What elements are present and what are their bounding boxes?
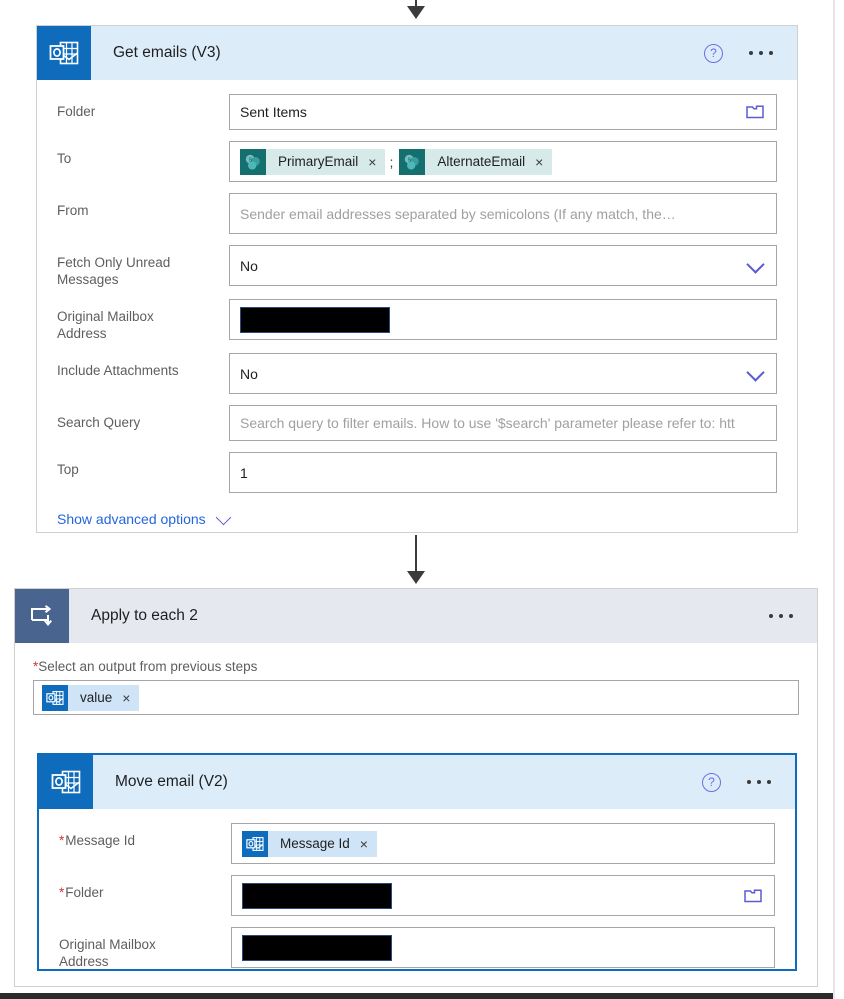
- field-value: 1: [240, 464, 248, 481]
- redacted-value: [242, 934, 392, 961]
- field-row-original-mailbox-address: Original Mailbox Address: [57, 299, 777, 342]
- field-placeholder: Sender email addresses separated by semi…: [240, 205, 676, 222]
- field-label: To: [57, 151, 72, 166]
- message-id-input[interactable]: Message Id ×: [231, 823, 775, 864]
- move-folder-input[interactable]: [231, 875, 775, 916]
- redacted-value: [240, 306, 390, 333]
- card-body-apply-to-each-2: *Select an output from previous steps va…: [15, 643, 817, 735]
- card-body-get-emails: Folder Sent Items To S PrimaryEmail × ; …: [37, 80, 797, 545]
- field-label: Top: [57, 462, 79, 477]
- help-icon[interactable]: ?: [702, 772, 721, 792]
- ellipsis-icon[interactable]: [747, 780, 771, 784]
- required-asterisk: *: [59, 833, 65, 848]
- card-body-move-email: *Message Id Message Id × *Folder Origina…: [39, 809, 795, 999]
- action-card-get-emails[interactable]: Get emails (V3) ? Folder Sent Items To S…: [36, 25, 798, 533]
- select-output-input[interactable]: value ×: [33, 680, 799, 715]
- card-title: Get emails (V3): [113, 44, 221, 61]
- outlook-icon: [242, 830, 268, 857]
- action-card-apply-to-each-2[interactable]: Apply to each 2 *Select an output from p…: [14, 588, 818, 987]
- ellipsis-icon[interactable]: [749, 51, 773, 55]
- field-row-top: Top 1: [57, 452, 777, 493]
- field-label: Original Mailbox Address: [59, 937, 156, 969]
- token-alternate-email[interactable]: S AlternateEmail ×: [399, 148, 553, 176]
- close-icon[interactable]: ×: [122, 690, 130, 706]
- card-header-get-emails[interactable]: Get emails (V3) ?: [37, 26, 797, 80]
- original-mailbox-address-input[interactable]: [229, 299, 777, 340]
- token-value[interactable]: value ×: [42, 684, 140, 712]
- field-label: Folder: [57, 104, 96, 119]
- connector-top: [392, 0, 440, 20]
- token-message-id[interactable]: Message Id ×: [242, 830, 377, 858]
- flow-designer-canvas: Get emails (V3) ? Folder Sent Items To S…: [0, 0, 844, 999]
- field-row-include-attachments: Include Attachments No: [57, 353, 777, 394]
- ellipsis-icon[interactable]: [769, 614, 793, 618]
- field-label-text: Message Id: [65, 833, 136, 848]
- card-header-move-email[interactable]: Move email (V2) ?: [39, 755, 795, 809]
- from-input[interactable]: Sender email addresses separated by semi…: [229, 193, 777, 234]
- field-label: Search Query: [57, 415, 141, 430]
- field-row-move-folder: *Folder: [59, 875, 775, 916]
- field-label: From: [57, 203, 89, 218]
- folder-icon[interactable]: [744, 888, 762, 903]
- token-label: Message Id: [280, 836, 350, 851]
- svg-text:S: S: [249, 157, 253, 163]
- card-title: Apply to each 2: [91, 607, 198, 624]
- field-label: *Folder: [59, 875, 231, 901]
- token-label: PrimaryEmail: [278, 154, 359, 169]
- field-value: No: [240, 365, 258, 382]
- top-input[interactable]: 1: [229, 452, 777, 493]
- show-advanced-options-link[interactable]: Show advanced options: [57, 511, 206, 527]
- connector-get-emails-to-loop: [392, 535, 440, 587]
- field-row-message-id: *Message Id Message Id ×: [59, 823, 775, 864]
- chevron-down-icon[interactable]: [746, 254, 765, 274]
- field-label: *Message Id: [59, 823, 231, 849]
- panel-right-edge: [833, 0, 835, 999]
- svg-text:S: S: [408, 157, 412, 163]
- sharepoint-icon: S: [240, 148, 266, 175]
- field-row-fetch-only-unread: Fetch Only Unread Messages No: [57, 245, 777, 288]
- help-icon[interactable]: ?: [704, 43, 723, 63]
- field-label: Original Mailbox Address: [57, 309, 154, 341]
- chevron-down-icon[interactable]: [746, 362, 765, 382]
- field-value: No: [240, 257, 258, 274]
- close-icon[interactable]: ×: [535, 154, 543, 170]
- field-label: Fetch Only Unread Messages: [57, 255, 171, 287]
- folder-icon[interactable]: [746, 104, 764, 119]
- token-primary-email[interactable]: S PrimaryEmail ×: [240, 148, 386, 176]
- field-row-search-query: Search Query Search query to filter emai…: [57, 405, 777, 441]
- field-label: Include Attachments: [57, 363, 179, 378]
- fetch-only-unread-dropdown[interactable]: No: [229, 245, 777, 286]
- field-label-text: Folder: [65, 885, 104, 900]
- select-output-label: *Select an output from previous steps: [33, 659, 799, 674]
- outlook-icon: [39, 755, 93, 809]
- token-label: value: [80, 690, 113, 705]
- card-title: Move email (V2): [115, 773, 228, 790]
- close-icon[interactable]: ×: [368, 154, 376, 170]
- search-query-input[interactable]: Search query to filter emails. How to us…: [229, 405, 777, 441]
- field-row-from: From Sender email addresses separated by…: [57, 193, 777, 234]
- chevron-down-icon[interactable]: [215, 509, 231, 525]
- action-card-move-email[interactable]: Move email (V2) ? *Message Id Message Id…: [37, 753, 797, 971]
- field-row-to: To S PrimaryEmail × ; S AlternateEmail ×: [57, 141, 777, 182]
- token-separator: ;: [389, 153, 394, 170]
- outlook-icon: [37, 26, 91, 80]
- outlook-icon: [42, 684, 68, 711]
- to-input[interactable]: S PrimaryEmail × ; S AlternateEmail ×: [229, 141, 777, 182]
- include-attachments-dropdown[interactable]: No: [229, 353, 777, 394]
- loop-icon: [15, 589, 69, 643]
- close-icon[interactable]: ×: [360, 836, 368, 852]
- move-original-mailbox-address-input[interactable]: [231, 927, 775, 968]
- folder-input[interactable]: Sent Items: [229, 94, 777, 130]
- field-row-folder: Folder Sent Items: [57, 94, 777, 130]
- field-value: Sent Items: [240, 104, 307, 120]
- select-output-label-text: Select an output from previous steps: [38, 659, 258, 674]
- field-placeholder: Search query to filter emails. How to us…: [240, 415, 735, 431]
- card-header-apply-to-each-2[interactable]: Apply to each 2: [15, 589, 817, 643]
- show-advanced-options-row: Show advanced options: [57, 509, 777, 527]
- token-label: AlternateEmail: [437, 154, 526, 169]
- sharepoint-icon: S: [399, 148, 426, 175]
- redacted-value: [242, 882, 392, 909]
- field-row-move-original-mailbox-address: Original Mailbox Address: [59, 927, 775, 970]
- required-asterisk: *: [59, 885, 65, 900]
